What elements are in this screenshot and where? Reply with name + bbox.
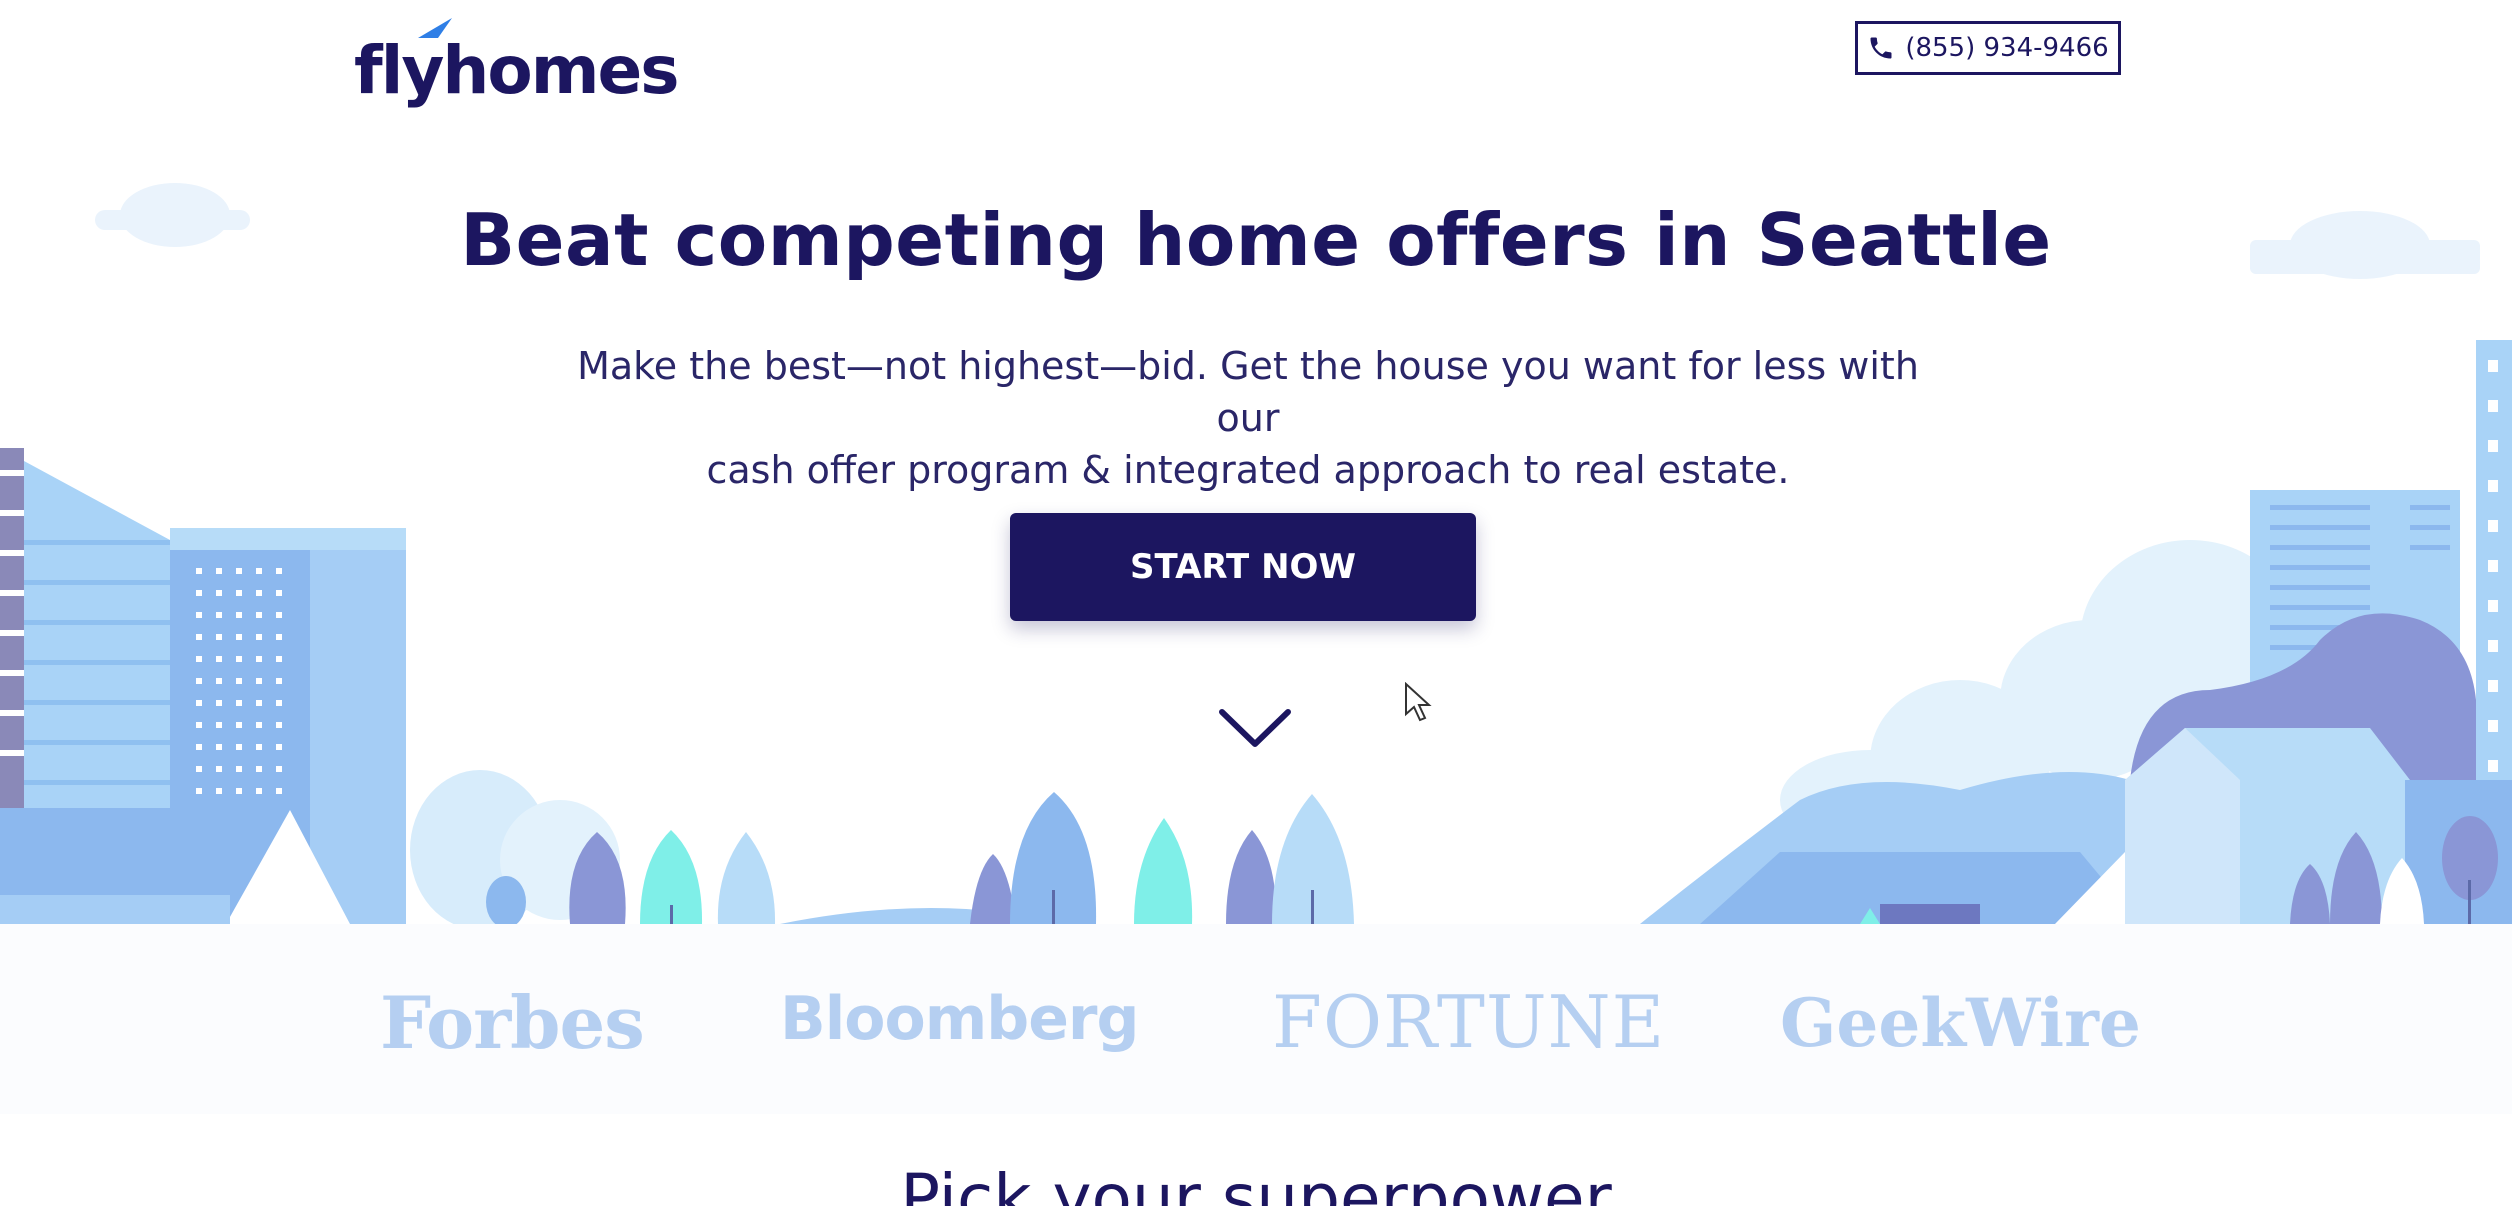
mouse-cursor-icon bbox=[1405, 682, 1432, 722]
phone-icon bbox=[1870, 37, 1892, 59]
geekwire-logo: GeekWire bbox=[1780, 984, 2141, 1062]
phone-button[interactable]: (855) 934-9466 bbox=[1855, 21, 2121, 75]
left-buildings bbox=[0, 448, 406, 924]
hero-title: Beat competing home offers in Seattle bbox=[460, 198, 2052, 282]
logo-flag-icon bbox=[418, 18, 452, 38]
fortune-logo: FORTUNE bbox=[1272, 980, 1666, 1064]
flyhomes-logo[interactable]: flyhomes bbox=[354, 18, 680, 109]
logo-text: flyhomes bbox=[354, 32, 680, 109]
left-trees bbox=[410, 770, 1354, 924]
hero-subtitle-line: cash offer program & integrated approach… bbox=[706, 448, 1790, 492]
phone-number-label: (855) 934-9466 bbox=[1905, 33, 2109, 63]
hero-subtitle: Make the best—not highest—bid. Get the h… bbox=[540, 340, 1956, 496]
start-now-button[interactable]: START NOW bbox=[1010, 513, 1476, 621]
hero-subtitle-line: Make the best—not highest—bid. Get the h… bbox=[577, 344, 1919, 440]
chevron-down-icon[interactable] bbox=[1218, 706, 1292, 752]
section-title: Pick your superpower bbox=[900, 1160, 1612, 1206]
bloomberg-logo: Bloomberg bbox=[780, 984, 1139, 1054]
forbes-logo: Forbes bbox=[380, 980, 645, 1065]
